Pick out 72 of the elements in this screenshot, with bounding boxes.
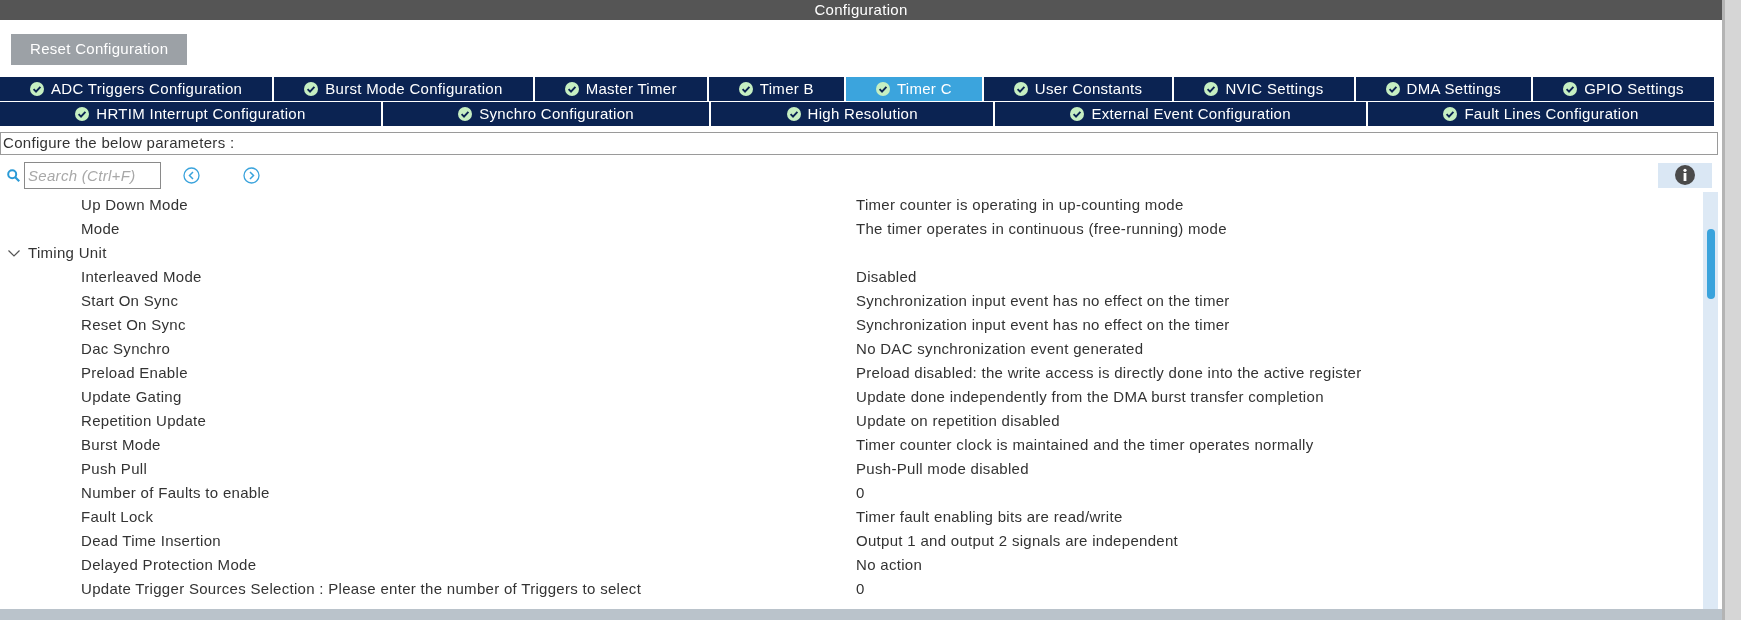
tab[interactable]: Fault Lines Configuration: [1368, 102, 1714, 126]
parameter-value: Synchronization input event has no effect on the timer: [856, 290, 1230, 311]
parameter-value: Timer counter clock is maintained and the timer operates normally: [856, 434, 1314, 455]
tab[interactable]: HRTIM Interrupt Configuration: [0, 102, 381, 126]
scrollbar-track[interactable]: [1703, 192, 1718, 609]
check-circle-icon: [1204, 82, 1219, 96]
parameter-value: Timer fault enabling bits are read/write: [856, 506, 1123, 527]
parameter-value: Output 1 and output 2 signals are independent: [856, 530, 1179, 551]
check-circle-icon: [1070, 107, 1085, 121]
parameter-label: Fault Lock: [81, 506, 155, 527]
parameter-label: Burst Mode: [81, 434, 162, 455]
parameter-label: Preload Enable: [81, 362, 189, 383]
parameter-label: Up Down Mode: [81, 194, 189, 215]
tab[interactable]: High Resolution: [711, 102, 994, 126]
tab[interactable]: ADC Triggers Configuration: [0, 77, 273, 101]
horizontal-scrollbar[interactable]: [0, 609, 1722, 620]
tab[interactable]: GPIO Settings: [1533, 77, 1714, 101]
parameter-value: Update on repetition disabled: [856, 410, 1060, 431]
check-circle-icon: [458, 107, 473, 121]
parameter-value: 0: [856, 482, 865, 503]
parameter-value: Update done independently from the DMA burst transfer completion: [856, 386, 1324, 407]
parameter-label: Interleaved Mode: [81, 266, 203, 287]
parameter-label: Dac Synchro: [81, 338, 172, 359]
next-circle-icon[interactable]: [243, 166, 260, 184]
parameter-label: Dead Time Insertion: [81, 530, 222, 551]
parameter-value: No action: [856, 554, 923, 575]
parameter-label: Update Gating: [81, 386, 183, 407]
check-circle-icon: [564, 82, 579, 96]
parameter-value: Push-Pull mode disabled: [856, 458, 1029, 479]
tab[interactable]: Synchro Configuration: [382, 102, 710, 126]
group-label[interactable]: Timing Unit: [28, 241, 107, 265]
check-circle-icon: [786, 107, 801, 121]
tab[interactable]: NVIC Settings: [1174, 77, 1354, 101]
tab[interactable]: External Event Configuration: [995, 102, 1367, 126]
check-circle-icon: [75, 107, 90, 121]
info-icon: [1675, 165, 1695, 185]
tab[interactable]: DMA Settings: [1355, 77, 1532, 101]
parameter-label: Push Pull: [81, 458, 149, 479]
parameter-value: Synchronization input event has no effect on the timer: [856, 314, 1230, 335]
check-circle-icon: [1563, 82, 1578, 96]
parameter-value: Disabled: [856, 266, 917, 287]
previous-circle-icon[interactable]: [183, 166, 200, 184]
parameter-label: Number of Faults to enable: [81, 482, 271, 503]
parameter-label: Update Trigger Sources Selection : Please enter the number of Triggers to select: [81, 578, 643, 599]
check-circle-icon: [304, 82, 319, 96]
parameter-value: Preload disabled: the write access is directly done into the active register: [856, 362, 1362, 383]
tab[interactable]: Burst Mode Configuration: [274, 77, 533, 101]
parameter-label: Repetition Update: [81, 410, 208, 431]
scrollbar-thumb[interactable]: [1706, 229, 1715, 299]
parameter-label: Delayed Protection Mode: [81, 554, 258, 575]
parameter-label: Reset On Sync: [81, 314, 187, 335]
parameter-value: No DAC synchronization event generated: [856, 338, 1144, 359]
info-button[interactable]: [1658, 162, 1712, 188]
window-title: Configuration: [814, 0, 908, 20]
description-field: Configure the below parameters :: [0, 132, 1718, 155]
search-icon: [7, 168, 20, 182]
check-circle-icon: [1385, 82, 1400, 96]
check-circle-icon: [1013, 82, 1028, 96]
chevron-down-icon[interactable]: [8, 249, 20, 257]
tab[interactable]: User Constants: [983, 77, 1173, 101]
tab[interactable]: Master Timer: [534, 77, 707, 101]
check-circle-icon: [875, 82, 890, 96]
parameter-value: The timer operates in continuous (free-running) mode: [856, 218, 1227, 239]
parameter-value: Timer counter is operating in up-counting mode: [856, 194, 1184, 215]
parameter-label: Mode: [81, 218, 121, 239]
search-field[interactable]: Search (Ctrl+F): [24, 161, 161, 189]
tab[interactable]: Timer B: [708, 77, 844, 101]
check-circle-icon: [738, 82, 753, 96]
parameter-value: 0: [856, 578, 865, 599]
check-circle-icon: [1443, 107, 1458, 121]
parameter-label: Start On Sync: [81, 290, 180, 311]
check-circle-icon: [30, 82, 44, 96]
